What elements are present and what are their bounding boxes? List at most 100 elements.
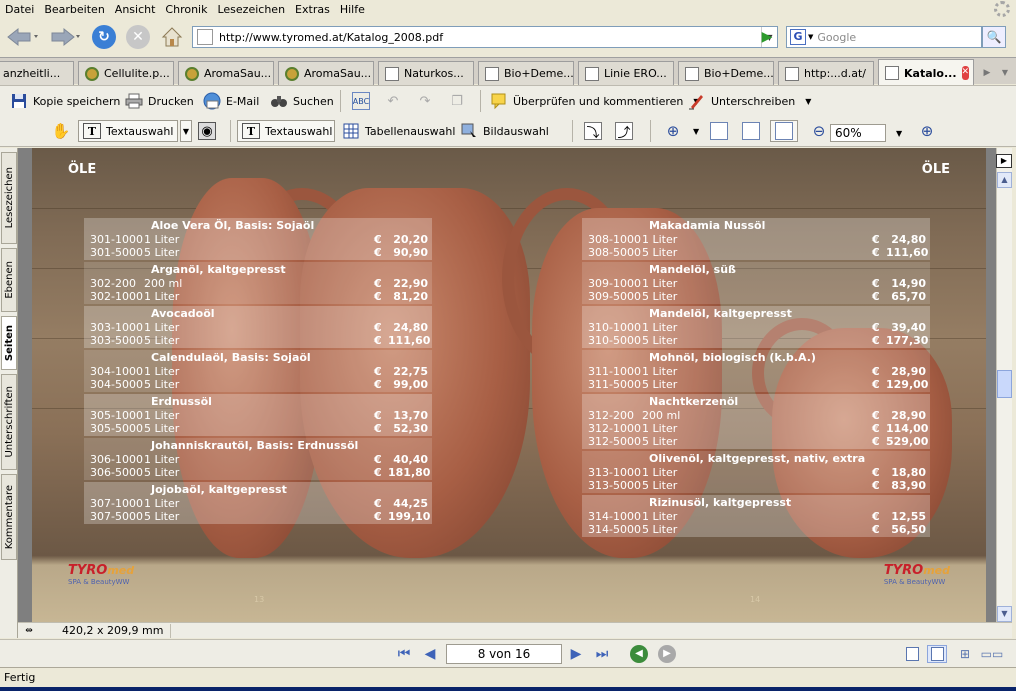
throbber-icon: [994, 1, 1010, 17]
currency-symbol: €: [374, 510, 382, 523]
page-favicon-icon: [585, 66, 599, 81]
print-button[interactable]: Drucken: [125, 90, 194, 112]
back-button[interactable]: [2, 23, 42, 51]
snapshot-tool-button[interactable]: ◉: [198, 120, 221, 142]
tab[interactable]: anzheitli...: [0, 61, 74, 85]
select-tool-dropdown[interactable]: ▼: [180, 120, 192, 142]
scrollbar-thumb[interactable]: [997, 370, 1012, 398]
engine-dropdown-icon[interactable]: ▼: [808, 33, 813, 41]
menu-extras[interactable]: Extras: [292, 3, 337, 16]
tab[interactable]: Cellulite.p...: [78, 61, 174, 85]
tab[interactable]: Naturkos...: [378, 61, 474, 85]
undo-button[interactable]: ↶: [384, 90, 407, 112]
quantity: 5 Liter: [144, 378, 180, 391]
text-select-button[interactable]: T Textauswahl: [237, 120, 335, 142]
split-view-icon[interactable]: ⇹: [18, 626, 40, 636]
sign-button[interactable]: Unterschreiben ▼: [688, 90, 811, 112]
actual-size-button[interactable]: [710, 120, 733, 142]
url-bar[interactable]: http://www.tyromed.at/Katalog_2008.pdf ▼: [192, 26, 778, 48]
tab-active[interactable]: Katalo... ✕: [878, 59, 974, 86]
tab[interactable]: AromaSau...: [178, 61, 274, 85]
zoom-level-dropdown-icon[interactable]: ▼: [896, 129, 902, 138]
menu-chronik[interactable]: Chronik: [162, 3, 214, 16]
last-page-button[interactable]: ⏭: [592, 644, 612, 664]
document-viewport[interactable]: ÖLE ÖLE Aloe Vera Öl, Basis: Sojaöl 301-1…: [18, 148, 996, 622]
email-button[interactable]: E-Mail: [203, 90, 259, 112]
continuous-view-button[interactable]: [927, 645, 947, 663]
panel-tab-bookmarks[interactable]: Lesezeichen: [1, 152, 17, 244]
zoom-level-field[interactable]: 60% ▼: [830, 122, 902, 144]
continuous-facing-view-button[interactable]: ▭▭: [980, 645, 1004, 663]
menu-lesezeichen[interactable]: Lesezeichen: [214, 3, 292, 16]
chevron-down-icon: ▼: [182, 126, 190, 136]
next-page-button[interactable]: ▶: [566, 644, 586, 664]
search-input[interactable]: Google: [817, 31, 856, 44]
page-number-input[interactable]: 8 von 16: [446, 644, 562, 664]
zoom-tool-dropdown-icon[interactable]: ▼: [693, 127, 699, 136]
forward-button[interactable]: [44, 23, 84, 51]
panel-tab-layers[interactable]: Ebenen: [1, 248, 17, 312]
horizontal-scrollbar[interactable]: [170, 623, 992, 638]
price-row: 312-1000 1 Liter €114,00: [582, 422, 930, 435]
reload-button[interactable]: ↻: [90, 23, 118, 51]
spellcheck-button[interactable]: ABC: [352, 90, 375, 112]
find-button[interactable]: Suchen: [270, 90, 334, 112]
google-engine-icon[interactable]: G: [790, 29, 806, 45]
previous-page-button[interactable]: ◀: [420, 644, 440, 664]
vertical-scrollbar[interactable]: ▲ ▼: [996, 148, 1012, 622]
facing-view-button[interactable]: ⊞: [955, 645, 975, 663]
fit-width-button[interactable]: [770, 120, 798, 142]
first-page-button[interactable]: ⏮: [394, 644, 414, 664]
search-bar[interactable]: G ▼ Google: [786, 26, 982, 48]
next-view-button[interactable]: ▶: [658, 645, 676, 663]
first-page-icon: ⏮: [397, 646, 411, 662]
sign-dropdown-icon[interactable]: ▼: [805, 97, 811, 106]
home-button[interactable]: [158, 23, 186, 51]
panel-tab-signatures[interactable]: Unterschriften: [1, 374, 17, 470]
search-button[interactable]: 🔍: [982, 26, 1006, 48]
scroll-up-icon[interactable]: ▲: [997, 172, 1012, 188]
menu-datei[interactable]: Datei: [2, 3, 41, 16]
rotate-view-button[interactable]: ⤵: [584, 120, 607, 142]
tab[interactable]: Bio+Deme...: [478, 61, 574, 85]
price-row: 314-1000 1 Liter €12,55: [582, 510, 930, 523]
panel-expand-icon[interactable]: ▶: [996, 154, 1012, 168]
save-copy-button[interactable]: Kopie speichern: [10, 90, 120, 112]
panel-tab-pages[interactable]: Seiten: [1, 316, 17, 370]
tab[interactable]: Linie ERO...: [578, 61, 674, 85]
redo-button[interactable]: ↷: [416, 90, 439, 112]
tab[interactable]: http:...d.at/: [778, 61, 874, 85]
previous-view-button[interactable]: ◀: [630, 645, 648, 663]
zoom-tool-button[interactable]: ⊕ ▼: [664, 120, 699, 142]
menu-bearbeiten[interactable]: Bearbeiten: [41, 3, 111, 16]
close-tab-icon[interactable]: ✕: [961, 66, 970, 80]
stop-button[interactable]: ✕: [124, 23, 152, 51]
zoom-in-button[interactable]: ⊕: [918, 120, 941, 142]
product-group: Mandelöl, süß 309-1000 1 Liter €14,90 309-50…: [582, 262, 930, 304]
tab-list-icon[interactable]: ▼: [998, 64, 1012, 82]
tab[interactable]: Bio+Deme...: [678, 61, 774, 85]
fit-page-button[interactable]: [742, 120, 765, 142]
panel-tab-label: Ebenen: [3, 261, 15, 299]
url-input[interactable]: http://www.tyromed.at/Katalog_2008.pdf: [219, 31, 761, 44]
text-select-tool-button[interactable]: T Textauswahl: [78, 120, 178, 142]
quantity: 1 Liter: [144, 290, 180, 303]
hand-tool-button[interactable]: ✋: [52, 120, 75, 142]
find-label: Suchen: [293, 94, 334, 108]
image-select-button[interactable]: Bildauswahl: [460, 120, 549, 142]
menu-hilfe[interactable]: Hilfe: [337, 3, 372, 16]
camera-icon: ◉: [198, 122, 216, 140]
rotate-back-button[interactable]: ⤴: [615, 120, 638, 142]
zoom-level-input[interactable]: 60%: [830, 124, 886, 142]
continuous-facing-icon: ▭▭: [980, 647, 1004, 661]
panel-tab-comments[interactable]: Kommentare: [1, 474, 17, 560]
tab-scroll-right-icon[interactable]: ▶: [980, 64, 994, 82]
table-select-button[interactable]: Tabellenauswahl: [342, 120, 455, 142]
scroll-down-icon[interactable]: ▼: [997, 606, 1012, 622]
review-comment-button[interactable]: Überprüfen und kommentieren ▼: [490, 90, 700, 112]
go-button[interactable]: ▶: [756, 26, 778, 48]
clipboard-button[interactable]: ❐: [448, 90, 471, 112]
tab[interactable]: AromaSau...: [278, 61, 374, 85]
single-page-view-button[interactable]: [902, 645, 922, 663]
menu-ansicht[interactable]: Ansicht: [112, 3, 163, 16]
